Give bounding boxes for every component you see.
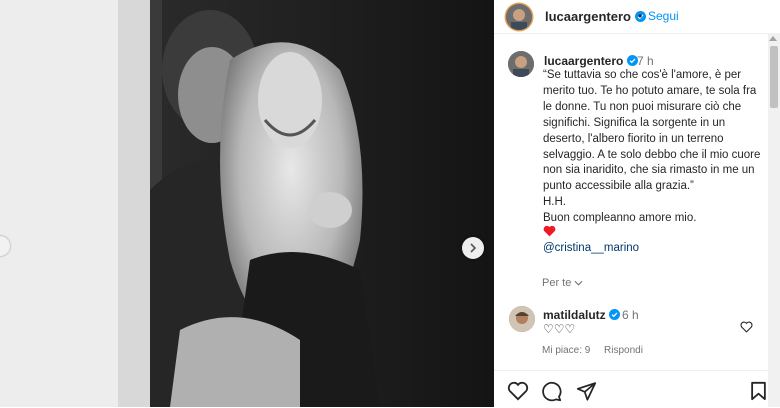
chevron-right-icon [470, 243, 477, 253]
for-you-label[interactable]: Per te [542, 277, 571, 289]
heart-icon[interactable] [507, 381, 529, 401]
comment-like-heart-icon[interactable] [740, 321, 753, 333]
translation-toggle[interactable]: Per te [542, 277, 583, 289]
post-details-panel: lucaargentero • Segui lucaargentero 7 h … [494, 0, 780, 407]
comment-time[interactable]: 6 h [622, 308, 639, 322]
post-caption: “Se tuttavia so che cos'è l'amore, è per… [543, 69, 761, 225]
author-username[interactable]: lucaargentero [545, 9, 646, 24]
comment-reply-button[interactable]: Rispondi [604, 345, 643, 356]
commenter-username-text[interactable]: matildalutz [543, 308, 606, 322]
action-bar [494, 370, 780, 408]
comment-likes-count[interactable]: Mi piace: 9 [542, 345, 590, 356]
red-heart-emoji [543, 225, 556, 237]
commenter-username[interactable]: matildalutz [543, 308, 621, 322]
post-photo[interactable] [0, 0, 494, 407]
follow-button[interactable]: Segui [648, 9, 679, 23]
next-image-button[interactable] [462, 237, 484, 259]
separator-dot: • [638, 9, 643, 23]
scroll-up-arrow[interactable] [769, 36, 777, 41]
chevron-down-icon [574, 280, 583, 286]
verified-badge-icon [609, 309, 621, 320]
caption-author-text[interactable]: lucaargentero [544, 54, 623, 68]
post-time[interactable]: 7 h [637, 54, 654, 68]
caption-author[interactable]: lucaargentero [544, 54, 638, 68]
caption-author-avatar[interactable] [508, 51, 534, 77]
scrollbar-thumb[interactable] [770, 46, 778, 108]
share-icon[interactable] [576, 381, 597, 401]
post-header: lucaargentero • Segui [494, 0, 780, 34]
mention-link[interactable]: @cristina__marino [543, 242, 639, 254]
photo-image [0, 0, 494, 407]
comment-icon[interactable] [541, 381, 562, 402]
author-username-text[interactable]: lucaargentero [545, 9, 631, 24]
author-avatar[interactable] [506, 4, 532, 30]
commenter-avatar[interactable] [509, 306, 535, 332]
comment-text: ♡♡♡ [543, 322, 576, 336]
bookmark-icon[interactable] [750, 381, 767, 401]
